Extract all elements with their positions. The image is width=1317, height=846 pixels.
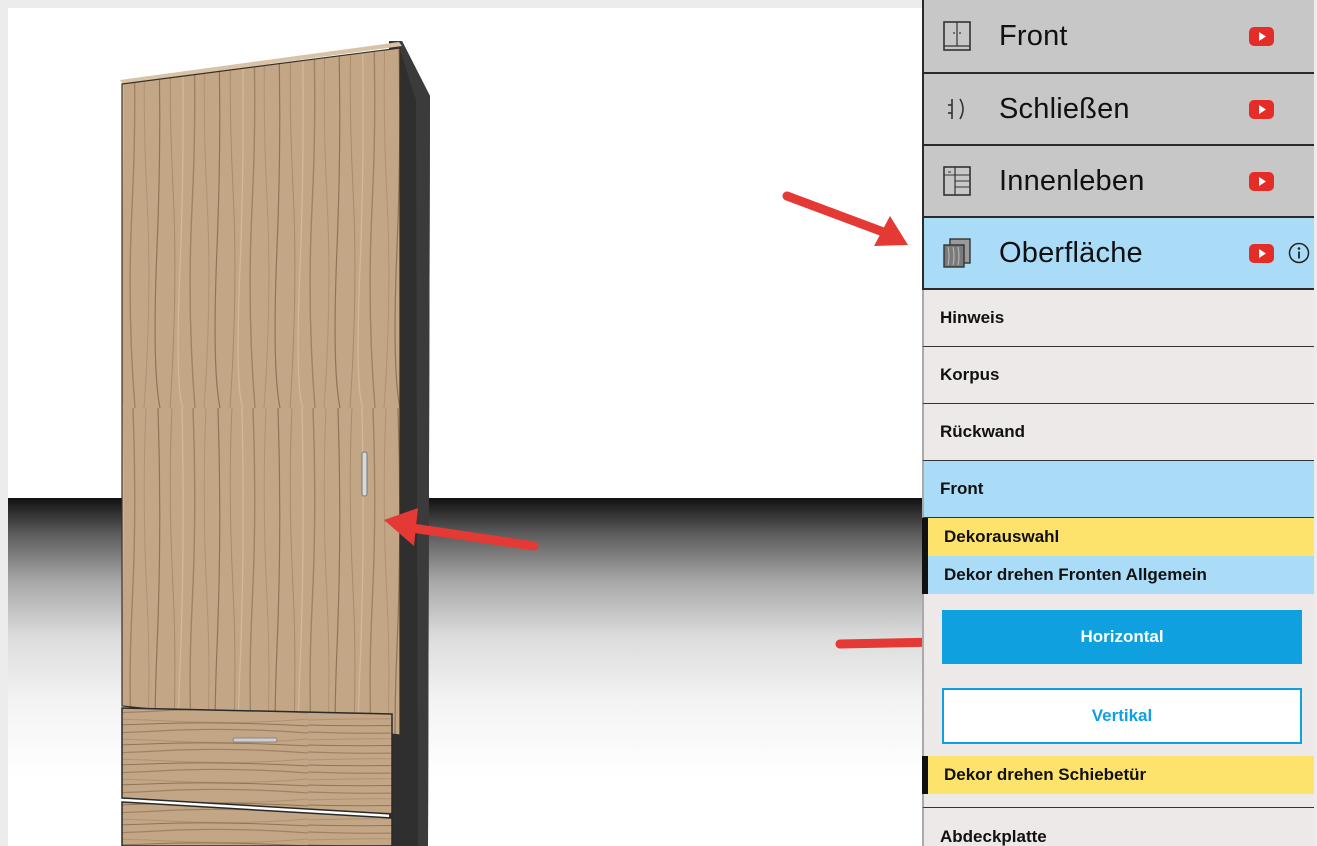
menu-oberflaeche-label: Oberfläche bbox=[999, 236, 1143, 269]
surface-icon bbox=[943, 238, 971, 268]
front-icon bbox=[943, 21, 971, 51]
youtube-icon[interactable] bbox=[1249, 171, 1274, 191]
menu-innenleben[interactable]: Innenleben bbox=[922, 144, 1314, 216]
divider bbox=[922, 794, 1314, 808]
wardrobe-model[interactable] bbox=[8, 8, 922, 846]
section-dekor-drehen-allgemein[interactable]: Dekor drehen Fronten Allgemein bbox=[922, 556, 1314, 594]
sub-item-hinweis[interactable]: Hinweis bbox=[922, 290, 1314, 347]
menu-schliessen[interactable]: Schließen bbox=[922, 72, 1314, 144]
arrow-to-door bbox=[384, 508, 539, 551]
sub-item-front[interactable]: Front bbox=[922, 461, 1314, 518]
section-dekor-drehen-schiebetuer[interactable]: Dekor drehen Schiebetür bbox=[922, 756, 1314, 794]
horizontal-button[interactable]: Horizontal bbox=[942, 610, 1302, 664]
youtube-icon[interactable] bbox=[1249, 99, 1274, 119]
wardrobe-door bbox=[121, 47, 401, 736]
info-icon[interactable] bbox=[1288, 242, 1310, 264]
drawer-top bbox=[121, 707, 393, 815]
sub-item-abdeckplatte[interactable]: Abdeckplatte bbox=[922, 808, 1314, 846]
interior-icon bbox=[943, 166, 971, 196]
close-handle-icon bbox=[948, 98, 964, 120]
3d-viewport[interactable] bbox=[8, 8, 922, 846]
sub-item-rueckwand[interactable]: Rückwand bbox=[922, 404, 1314, 461]
door-handle bbox=[361, 451, 368, 497]
config-panel: Front Schließen Innenleben Oberfläche Hi… bbox=[922, 0, 1314, 846]
youtube-icon[interactable] bbox=[1249, 26, 1274, 46]
drawer-handle bbox=[232, 737, 278, 743]
sub-item-korpus[interactable]: Korpus bbox=[922, 347, 1314, 404]
menu-oberflaeche[interactable]: Oberfläche bbox=[922, 216, 1314, 290]
menu-front-label: Front bbox=[999, 19, 1068, 52]
youtube-icon[interactable] bbox=[1249, 243, 1274, 263]
menu-schliessen-label: Schließen bbox=[999, 92, 1130, 125]
menu-innenleben-label: Innenleben bbox=[999, 164, 1145, 197]
rotation-options: Horizontal Vertikal bbox=[922, 594, 1314, 756]
section-dekorauswahl[interactable]: Dekorauswahl bbox=[922, 518, 1314, 556]
menu-front[interactable]: Front bbox=[922, 0, 1314, 72]
vertical-button[interactable]: Vertikal bbox=[942, 688, 1302, 744]
arrow-to-oberflaeche bbox=[782, 191, 908, 246]
